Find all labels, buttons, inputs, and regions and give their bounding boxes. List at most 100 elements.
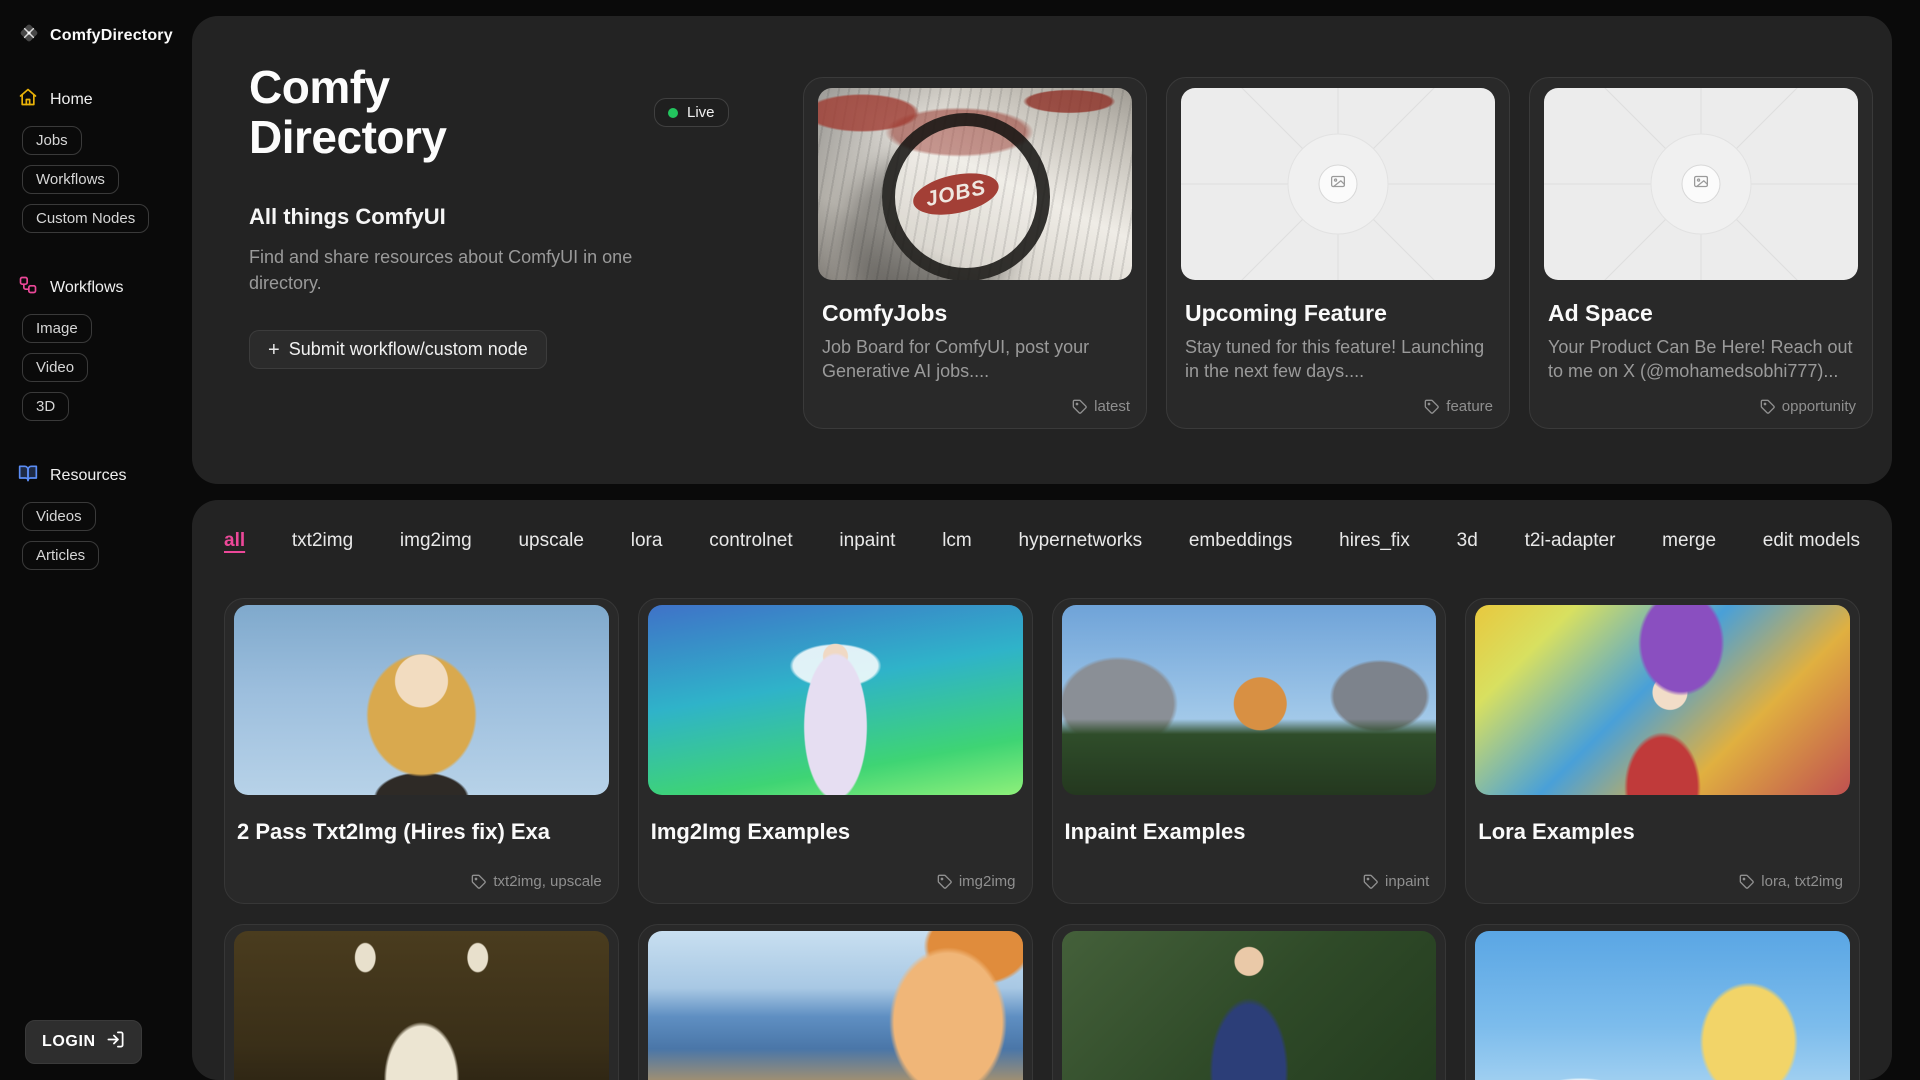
sidebar-item-image[interactable]: Image bbox=[22, 314, 92, 343]
blonde-anime-image bbox=[1475, 931, 1850, 1080]
tag-icon bbox=[1760, 399, 1776, 415]
tag-icon bbox=[1072, 399, 1088, 415]
login-arrow-icon bbox=[106, 1030, 125, 1054]
image-placeholder-icon bbox=[1693, 173, 1710, 195]
tab-t2i-adapter[interactable]: t2i-adapter bbox=[1525, 530, 1616, 552]
tab-hypernetworks[interactable]: hypernetworks bbox=[1019, 530, 1143, 552]
tag-icon bbox=[937, 874, 953, 890]
sidebar-item-workflows[interactable]: Workflows bbox=[22, 165, 119, 194]
tag-icon bbox=[1424, 399, 1440, 415]
card-tag: feature bbox=[1424, 398, 1493, 415]
sidebar-section-workflows[interactable]: Workflows bbox=[18, 275, 174, 300]
sidebar-item-video[interactable]: Video bbox=[22, 353, 88, 382]
card-tag: inpaint bbox=[1363, 873, 1429, 890]
tab-txt2img[interactable]: txt2img bbox=[292, 530, 353, 552]
sidebar-item-articles[interactable]: Articles bbox=[22, 541, 99, 570]
page-title-line1: Comfy bbox=[249, 61, 390, 113]
tab-edit-models[interactable]: edit models bbox=[1763, 530, 1860, 552]
grid-card-partial-3[interactable] bbox=[1052, 924, 1447, 1080]
yosemite-cat-image bbox=[1062, 605, 1437, 795]
comfyjobs-card-image: JOBS bbox=[818, 88, 1132, 280]
live-dot-icon bbox=[668, 108, 678, 118]
tag-label: latest bbox=[1094, 398, 1130, 415]
grid-card-lora[interactable]: Lora Examples lora, txt2img bbox=[1465, 598, 1860, 904]
sidebar-section-home[interactable]: Home bbox=[18, 87, 174, 112]
card-description: Job Board for ComfyUI, post your Generat… bbox=[822, 335, 1128, 384]
card-title: Inpaint Examples bbox=[1065, 819, 1434, 845]
main-content: Comfy Directory All things ComfyUI Find … bbox=[192, 0, 1920, 1080]
hero-description: Find and share resources about ComfyUI i… bbox=[249, 244, 644, 296]
sidebar-item-3d[interactable]: 3D bbox=[22, 392, 69, 421]
tab-all[interactable]: all bbox=[224, 530, 245, 552]
placeholder-image bbox=[1181, 88, 1495, 280]
submit-workflow-label: Submit workflow/custom node bbox=[289, 339, 528, 360]
sidebar-section-resources[interactable]: Resources bbox=[18, 463, 174, 488]
tag-label: inpaint bbox=[1385, 873, 1429, 890]
grid-card-img2img[interactable]: Img2Img Examples img2img bbox=[638, 598, 1033, 904]
submit-workflow-button[interactable]: + Submit workflow/custom node bbox=[249, 330, 547, 369]
login-button[interactable]: LOGIN bbox=[25, 1020, 142, 1064]
hero-card-ad-space[interactable]: Ad Space Your Product Can Be Here! Reach… bbox=[1529, 77, 1873, 429]
card-description: Stay tuned for this feature! Launching i… bbox=[1185, 335, 1491, 384]
tab-embeddings[interactable]: embeddings bbox=[1189, 530, 1293, 552]
tab-inpaint[interactable]: inpaint bbox=[839, 530, 895, 552]
card-title: Img2Img Examples bbox=[651, 819, 1020, 845]
page-title-line2: Directory bbox=[249, 111, 446, 163]
victorian-dress-image bbox=[1062, 931, 1437, 1080]
sidebar-nav: Home Jobs Workflows Custom Nodes Workflo… bbox=[18, 87, 174, 570]
grid-card-partial-2[interactable] bbox=[638, 924, 1033, 1080]
tab-lcm[interactable]: lcm bbox=[942, 530, 972, 552]
tab-merge[interactable]: merge bbox=[1662, 530, 1716, 552]
tab-lora[interactable]: lora bbox=[631, 530, 663, 552]
content-panel: all txt2img img2img upscale lora control… bbox=[192, 500, 1892, 1080]
grid-card-partial-4[interactable] bbox=[1465, 924, 1860, 1080]
tag-label: feature bbox=[1446, 398, 1493, 415]
workflow-icon bbox=[18, 275, 38, 300]
placeholder-image bbox=[1544, 88, 1858, 280]
card-title: 2 Pass Txt2Img (Hires fix) Exa bbox=[237, 819, 606, 845]
angel-dress-image bbox=[648, 605, 1023, 795]
renaissance-portrait-image bbox=[234, 605, 609, 795]
sidebar-item-jobs[interactable]: Jobs bbox=[22, 126, 82, 155]
plus-icon: + bbox=[268, 340, 280, 360]
nav-section-label: Workflows bbox=[50, 279, 124, 297]
hero-card-upcoming-feature[interactable]: Upcoming Feature Stay tuned for this fea… bbox=[1166, 77, 1510, 429]
filter-tabs: all txt2img img2img upscale lora control… bbox=[224, 530, 1860, 552]
tag-label: img2img bbox=[959, 873, 1016, 890]
card-tag: latest bbox=[1072, 398, 1130, 415]
tag-label: lora, txt2img bbox=[1761, 873, 1843, 890]
card-tag: img2img bbox=[937, 873, 1016, 890]
login-label: LOGIN bbox=[42, 1033, 96, 1051]
brand[interactable]: ComfyDirectory bbox=[18, 22, 174, 49]
card-tag: lora, txt2img bbox=[1739, 873, 1843, 890]
page-title: Comfy Directory bbox=[249, 62, 672, 162]
tag-icon bbox=[471, 874, 487, 890]
tag-icon bbox=[1739, 874, 1755, 890]
tab-3d[interactable]: 3d bbox=[1457, 530, 1478, 552]
tab-controlnet[interactable]: controlnet bbox=[709, 530, 792, 552]
tab-hires-fix[interactable]: hires_fix bbox=[1339, 530, 1410, 552]
image-placeholder-icon bbox=[1330, 173, 1347, 195]
card-description: Your Product Can Be Here! Reach out to m… bbox=[1548, 335, 1854, 384]
tag-label: opportunity bbox=[1782, 398, 1856, 415]
orange-anime-image bbox=[648, 931, 1023, 1080]
home-icon bbox=[18, 87, 38, 112]
tag-icon bbox=[1363, 874, 1379, 890]
nav-section-label: Home bbox=[50, 91, 93, 109]
sidebar-item-videos[interactable]: Videos bbox=[22, 502, 96, 531]
brand-name: ComfyDirectory bbox=[50, 27, 173, 45]
grid-card-partial-1[interactable] bbox=[224, 924, 619, 1080]
workflow-grid: 2 Pass Txt2Img (Hires fix) Exa txt2img, … bbox=[224, 598, 1860, 1080]
card-tag: txt2img, upscale bbox=[471, 873, 601, 890]
card-title: Upcoming Feature bbox=[1185, 300, 1491, 327]
tab-upscale[interactable]: upscale bbox=[518, 530, 584, 552]
sidebar-item-custom-nodes[interactable]: Custom Nodes bbox=[22, 204, 149, 233]
hero-card-comfyjobs[interactable]: JOBS ComfyJobs Job Board for ComfyUI, po… bbox=[803, 77, 1147, 429]
grid-card-txt2img[interactable]: 2 Pass Txt2Img (Hires fix) Exa txt2img, … bbox=[224, 598, 619, 904]
card-title: Lora Examples bbox=[1478, 819, 1847, 845]
hero-panel: Comfy Directory All things ComfyUI Find … bbox=[192, 16, 1892, 484]
card-tag: opportunity bbox=[1760, 398, 1856, 415]
grid-card-inpaint[interactable]: Inpaint Examples inpaint bbox=[1052, 598, 1447, 904]
tab-img2img[interactable]: img2img bbox=[400, 530, 472, 552]
hero-heading: All things ComfyUI bbox=[249, 204, 672, 230]
